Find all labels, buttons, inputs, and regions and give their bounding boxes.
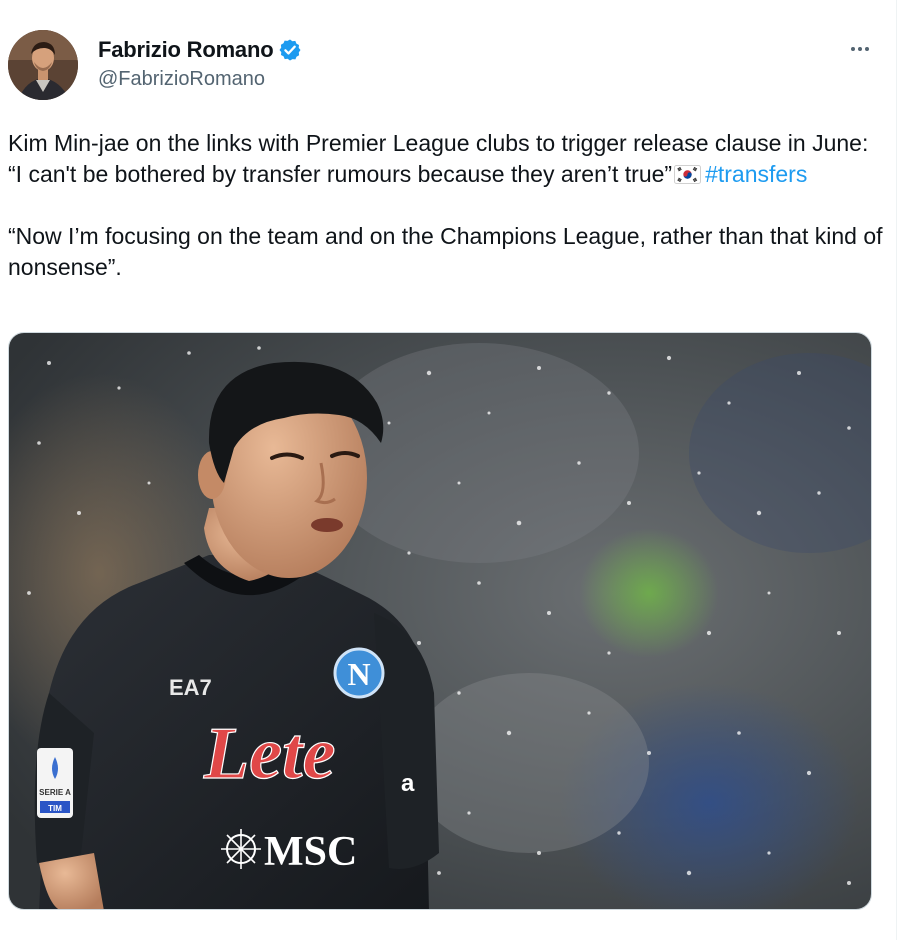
avatar[interactable]	[8, 30, 78, 100]
tweet-card: Fabrizio Romano @FabrizioRomano Kim Min-…	[0, 0, 900, 940]
sleeve-badge-text: SERIE A	[39, 788, 71, 797]
svg-text:N: N	[347, 656, 370, 692]
sleeve-side-text: a	[401, 770, 415, 797]
more-options-button[interactable]	[838, 36, 882, 62]
more-options-icon-dot	[865, 47, 869, 51]
profile-photo	[8, 30, 78, 100]
sponsor-text: Lete	[203, 713, 335, 795]
author-name-row[interactable]: Fabrizio Romano	[98, 36, 302, 64]
tweet-text: Kim Min-jae on the links with Premier Le…	[8, 128, 886, 283]
author-display-name[interactable]: Fabrizio Romano	[98, 37, 274, 63]
author-handle[interactable]: @FabrizioRomano	[98, 68, 265, 91]
player-photo: N EA7 Lete MSC SERIE A TIM a	[9, 333, 871, 909]
verified-badge-icon	[278, 38, 302, 62]
more-options-icon	[851, 47, 855, 51]
tweet-paragraph-1: Kim Min-jae on the links with Premier Le…	[8, 128, 886, 190]
secondary-sponsor-text: MSC	[264, 829, 357, 875]
divider	[896, 0, 897, 940]
sleeve-badge-sub: TIM	[48, 804, 62, 813]
hashtag-link[interactable]: #transfers	[705, 161, 807, 187]
more-options-icon-dot	[858, 47, 862, 51]
tweet-photo[interactable]: N EA7 Lete MSC SERIE A TIM a	[8, 332, 872, 910]
shirt-logo-text: EA7	[169, 675, 212, 700]
south-korea-flag-icon	[674, 161, 702, 184]
tweet-paragraph-2: “Now I’m focusing on the team and on the…	[8, 223, 883, 280]
